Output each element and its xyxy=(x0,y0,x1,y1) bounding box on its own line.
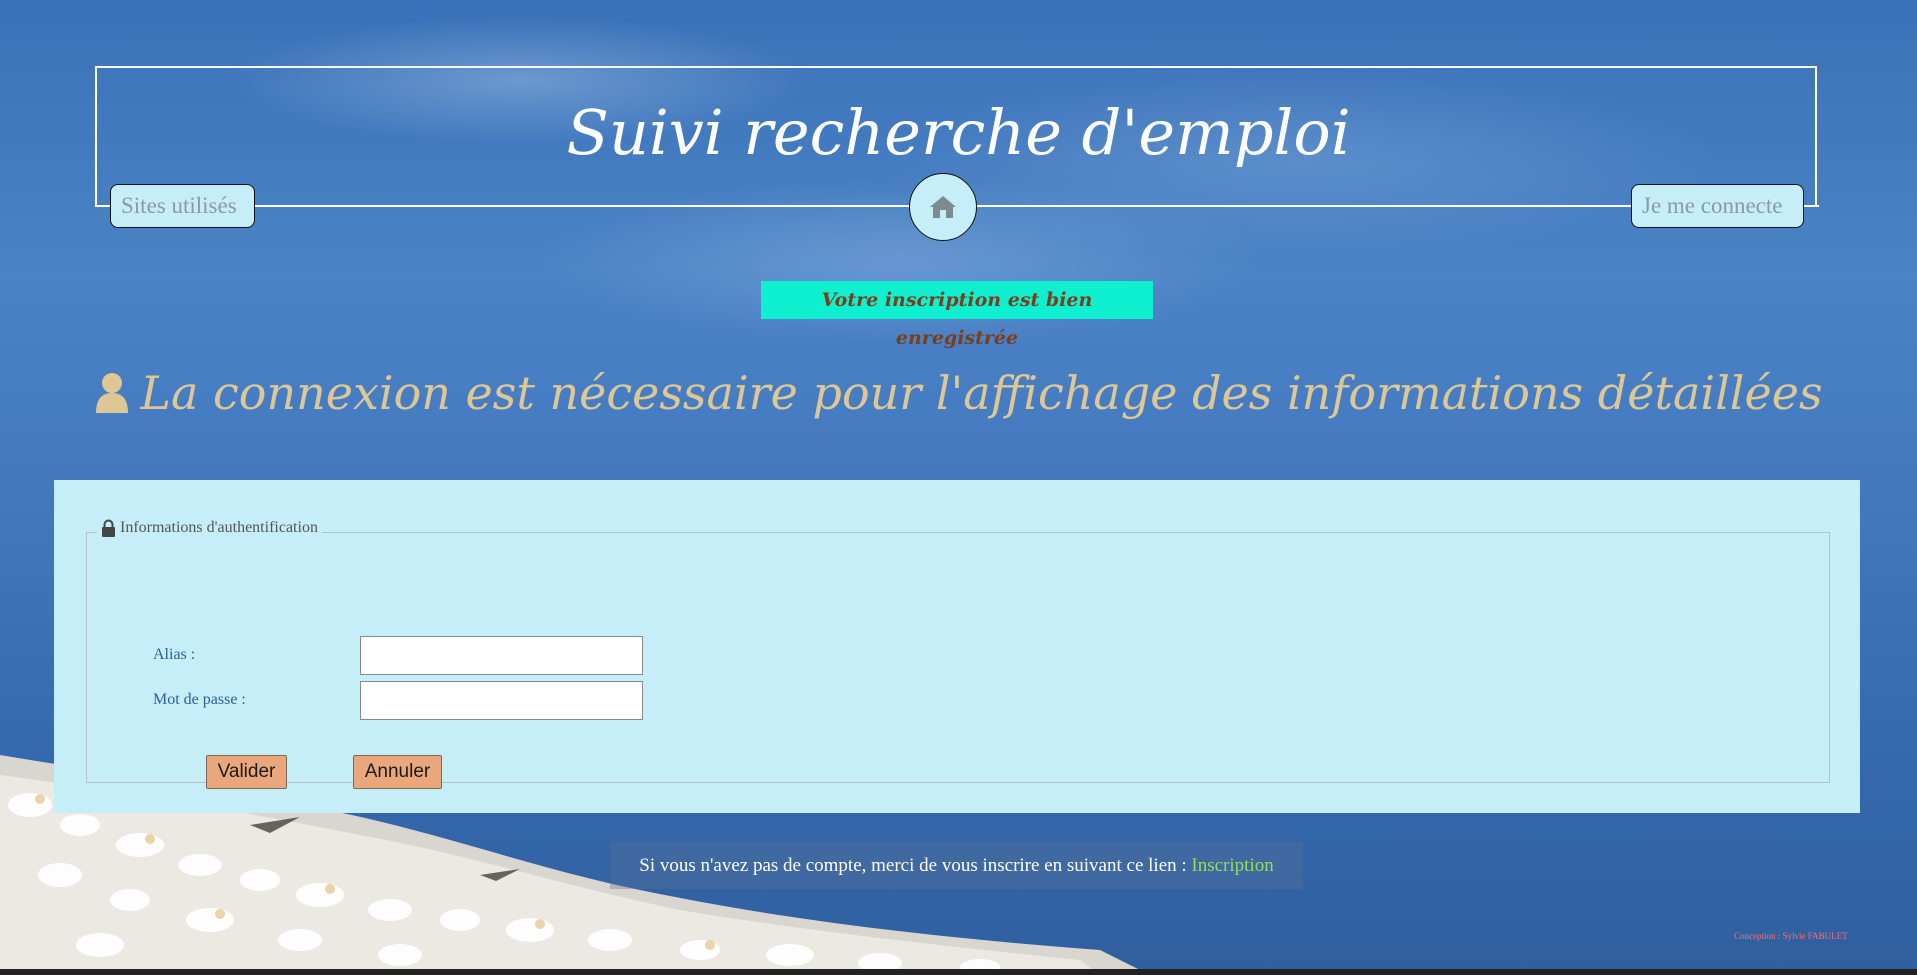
site-title: Suivi recherche d'emploi xyxy=(566,96,1351,169)
home-button[interactable] xyxy=(909,173,977,241)
alias-input[interactable] xyxy=(360,636,643,675)
design-credit: Conception : Sylvie FABULET xyxy=(1734,931,1848,941)
login-heading-text: La connexion est nécessaire pour l'affic… xyxy=(140,366,1823,420)
nav-sites-utilises-button[interactable]: Sites utilisés xyxy=(110,184,255,228)
home-icon xyxy=(930,196,956,218)
success-message: Votre inscription est bien enregistrée xyxy=(761,281,1153,349)
valider-button[interactable]: Valider xyxy=(206,755,287,789)
auth-legend-text: Informations d'authentification xyxy=(120,519,318,536)
auth-fieldset: Informations d'authentification Alias : … xyxy=(86,519,1830,789)
signup-prompt-text: Si vous n'avez pas de compte, merci de v… xyxy=(639,855,1192,876)
user-icon xyxy=(94,370,130,424)
alias-label: Alias : xyxy=(153,646,196,663)
password-label: Mot de passe : xyxy=(153,691,246,708)
bottom-strip xyxy=(0,969,1917,975)
inscription-link[interactable]: Inscription xyxy=(1191,855,1273,876)
auth-legend: Informations d'authentification xyxy=(97,519,322,537)
signup-prompt-bar: Si vous n'avez pas de compte, merci de v… xyxy=(610,842,1303,889)
nav-connect-button[interactable]: Je me connecte xyxy=(1631,184,1804,228)
annuler-button[interactable]: Annuler xyxy=(353,755,442,789)
login-required-heading: La connexion est nécessaire pour l'affic… xyxy=(0,366,1917,424)
lock-icon xyxy=(102,519,115,537)
login-panel: Informations d'authentification Alias : … xyxy=(54,480,1860,813)
password-input[interactable] xyxy=(360,681,643,720)
